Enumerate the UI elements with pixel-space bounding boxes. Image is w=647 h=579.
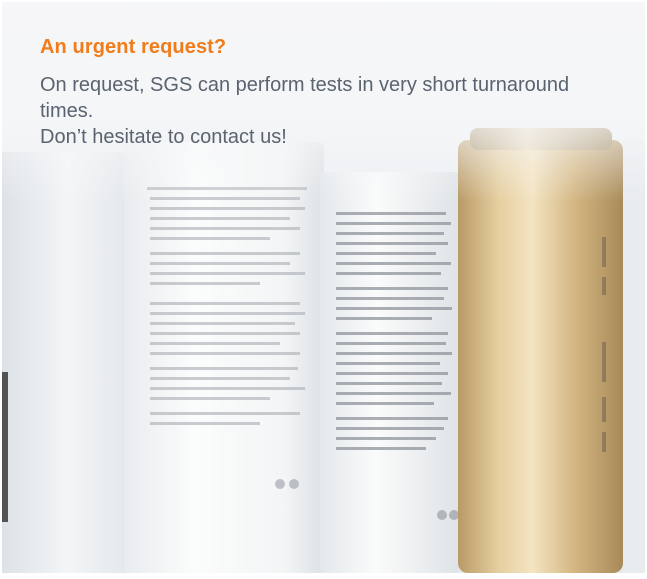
promo-heading: An urgent request? — [40, 36, 227, 58]
promo-body: On request, SGS can perform tests in ver… — [40, 72, 600, 150]
promo-card: An urgent request? On request, SGS can p… — [2, 2, 645, 573]
promo-body-line-2: Don’t hesitate to contact us! — [40, 126, 287, 148]
promo-body-line-1: On request, SGS can perform tests in ver… — [40, 74, 570, 122]
